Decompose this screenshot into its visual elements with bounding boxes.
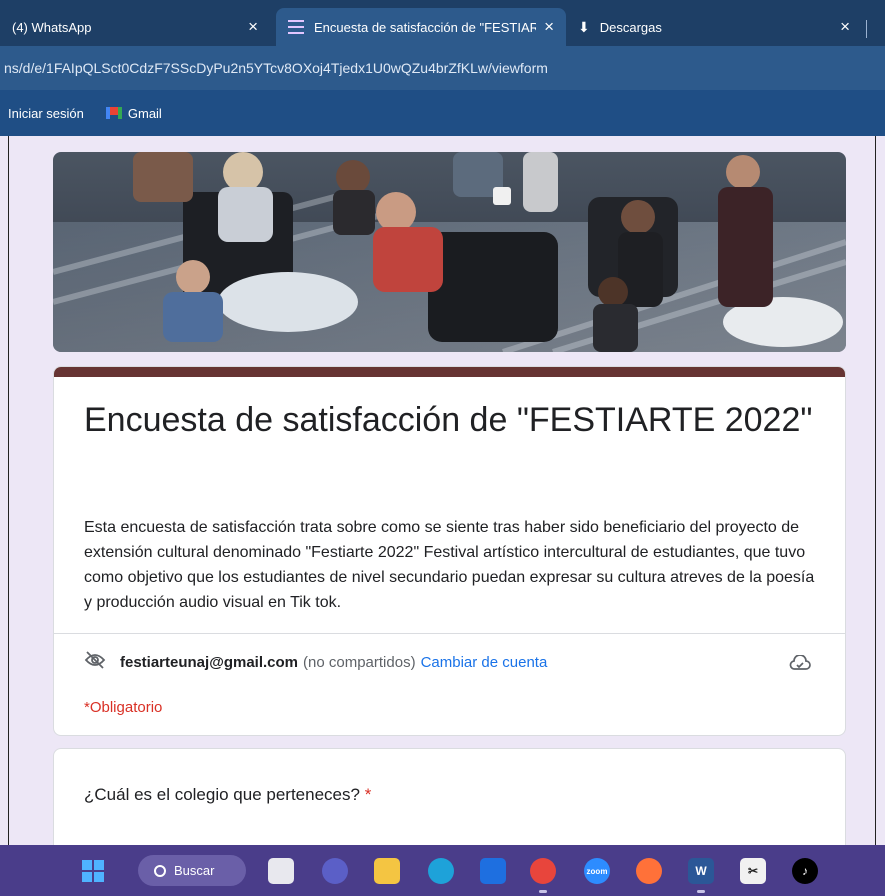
question-title: ¿Cuál es el colegio que perteneces? * (84, 785, 371, 805)
url-text[interactable]: ns/d/e/1FAIpQLSct0CdzF7SScDyPu2n5YTcv8OX… (4, 60, 548, 76)
search-icon (154, 864, 166, 877)
word-icon[interactable]: W (688, 858, 714, 884)
teams-chat-icon[interactable] (322, 858, 348, 884)
search-label: Buscar (174, 863, 215, 878)
eye-off-icon (84, 651, 106, 673)
not-shared-note: (no compartidos) (303, 653, 416, 671)
tiktok-icon[interactable]: ♪ (792, 858, 818, 884)
firefox-icon[interactable] (636, 858, 662, 884)
address-bar[interactable]: ns/d/e/1FAIpQLSct0CdzF7SScDyPu2n5YTcv8OX… (0, 46, 885, 90)
account-email: festiarteunaj@gmail.com (120, 653, 299, 671)
download-icon: ⬇ (578, 18, 590, 35)
divider (54, 633, 845, 634)
capcut-icon[interactable]: ✂ (740, 858, 766, 884)
close-icon[interactable]: × (248, 17, 258, 37)
account-row: festiarteunaj@gmail.com (no compartidos)… (84, 651, 814, 673)
question-card: ¿Cuál es el colegio que perteneces? * (53, 748, 846, 845)
cloud-check-icon[interactable] (789, 654, 811, 676)
theme-stripe (54, 367, 845, 377)
chrome-icon[interactable] (530, 858, 556, 884)
edge-icon[interactable] (428, 858, 454, 884)
bookmarks-bar: Iniciar sesión Gmail (0, 90, 885, 136)
tab-google-form[interactable]: Encuesta de satisfacción de "FESTIARTE 2… (276, 8, 566, 46)
header-banner-image (53, 152, 846, 352)
active-indicator (539, 890, 547, 893)
required-asterisk: * (364, 785, 372, 804)
tab-title: Encuesta de satisfacción de "FESTIARTE 2… (314, 19, 537, 35)
form-description: Esta encuesta de satisfacción trata sobr… (84, 519, 815, 611)
tab-title: (4) WhatsApp (12, 19, 92, 35)
question-text: ¿Cuál es el colegio que perteneces? (84, 785, 360, 804)
browser-tab-strip: (4) WhatsApp × Encuesta de satisfacción … (0, 0, 885, 46)
active-indicator (697, 890, 705, 893)
bookmark-signin[interactable]: Iniciar sesión (8, 106, 84, 121)
form-page: Encuesta de satisfacción de "FESTIARTE 2… (8, 136, 876, 845)
tab-title: Descargas (599, 19, 662, 35)
taskbar-search[interactable]: Buscar (138, 855, 246, 886)
forms-icon (288, 20, 304, 34)
dropbox-icon[interactable] (480, 858, 506, 884)
close-icon[interactable]: × (840, 17, 850, 37)
windows-start-icon[interactable] (80, 858, 106, 884)
bookmark-gmail-label: Gmail (127, 105, 162, 121)
taskbar: Buscar zoom W ✂ ♪ (0, 845, 885, 896)
tab-separator (866, 20, 867, 38)
tab-whatsapp[interactable]: (4) WhatsApp × (0, 8, 270, 46)
bookmark-gmail[interactable]: Gmail (105, 105, 162, 121)
form-header-card: Encuesta de satisfacción de "FESTIARTE 2… (53, 366, 846, 736)
tab-downloads[interactable]: ⬇ Descargas × (566, 8, 862, 46)
required-note: *Obligatorio (84, 699, 163, 716)
form-title: Encuesta de satisfacción de "FESTIARTE 2… (84, 401, 813, 439)
task-view-icon[interactable] (268, 858, 294, 884)
zoom-icon[interactable]: zoom (584, 858, 610, 884)
gmail-icon (105, 107, 122, 119)
file-explorer-icon[interactable] (374, 858, 400, 884)
close-icon[interactable]: × (544, 17, 554, 37)
switch-account-link[interactable]: Cambiar de cuenta (421, 654, 548, 671)
